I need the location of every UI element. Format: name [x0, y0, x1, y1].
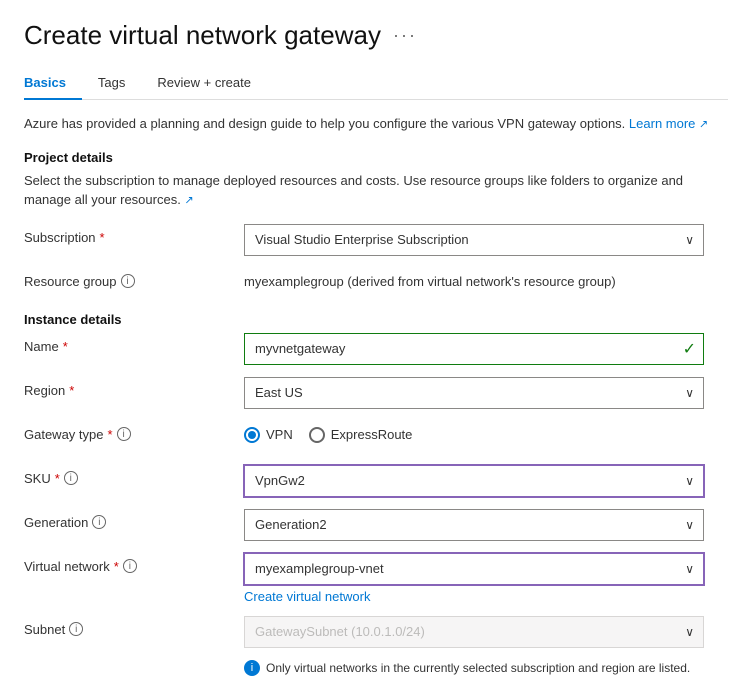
name-control: ✓: [244, 333, 704, 365]
resource-group-control: myexamplegroup (derived from virtual net…: [244, 268, 704, 289]
name-required: *: [63, 339, 68, 354]
project-details-desc: Select the subscription to manage deploy…: [24, 171, 728, 210]
gateway-type-label: Gateway type * i: [24, 421, 244, 442]
subnet-select-wrapper: GatewaySubnet (10.0.1.0/24): [244, 616, 704, 648]
sku-control: VpnGw2: [244, 465, 704, 497]
tab-basics[interactable]: Basics: [24, 67, 82, 100]
region-label: Region *: [24, 377, 244, 398]
gateway-type-expressroute-option[interactable]: ExpressRoute: [309, 427, 413, 443]
name-label: Name *: [24, 333, 244, 354]
gateway-type-control: VPN ExpressRoute: [244, 421, 704, 443]
tab-nav: Basics Tags Review + create: [24, 67, 728, 100]
virtual-network-control: myexamplegroup-vnet Create virtual netwo…: [244, 553, 704, 604]
gateway-type-required: *: [108, 427, 113, 442]
subnet-info-icon[interactable]: i: [69, 622, 83, 636]
external-link-icon: ↗: [699, 118, 708, 130]
subscription-label: Subscription *: [24, 224, 244, 245]
name-row: Name * ✓: [24, 333, 728, 365]
subscription-control: Visual Studio Enterprise Subscription: [244, 224, 704, 256]
sku-info-icon[interactable]: i: [64, 471, 78, 485]
region-control: East US: [244, 377, 704, 409]
subnet-select: GatewaySubnet (10.0.1.0/24): [244, 616, 704, 648]
sku-label: SKU * i: [24, 465, 244, 486]
virtual-network-label: Virtual network * i: [24, 553, 244, 574]
page-title: Create virtual network gateway ···: [24, 20, 728, 51]
virtual-network-select[interactable]: myexamplegroup-vnet: [244, 553, 704, 585]
virtual-network-info-icon[interactable]: i: [123, 559, 137, 573]
gateway-type-info-icon[interactable]: i: [117, 427, 131, 441]
subnet-note: i Only virtual networks in the currently…: [244, 660, 728, 676]
generation-label: Generation i: [24, 509, 244, 530]
generation-select[interactable]: Generation2: [244, 509, 704, 541]
region-select[interactable]: East US: [244, 377, 704, 409]
name-valid-icon: ✓: [683, 339, 696, 359]
generation-select-wrapper: Generation2: [244, 509, 704, 541]
virtual-network-row: Virtual network * i myexamplegroup-vnet …: [24, 553, 728, 604]
subnet-note-text: Only virtual networks in the currently s…: [266, 661, 690, 675]
info-note-icon: i: [244, 660, 260, 676]
name-input-wrapper: ✓: [244, 333, 704, 365]
region-row: Region * East US: [24, 377, 728, 409]
name-input[interactable]: [244, 333, 704, 365]
page-title-text: Create virtual network gateway: [24, 20, 381, 51]
page-title-dots: ···: [393, 25, 417, 46]
instance-details-title: Instance details: [24, 312, 728, 327]
sku-row: SKU * i VpnGw2: [24, 465, 728, 497]
virtual-network-select-wrapper: myexamplegroup-vnet: [244, 553, 704, 585]
vpn-radio-label: VPN: [266, 427, 293, 442]
gateway-type-vpn-option[interactable]: VPN: [244, 427, 293, 443]
gateway-type-row: Gateway type * i VPN ExpressRoute: [24, 421, 728, 453]
generation-info-icon[interactable]: i: [92, 515, 106, 529]
resource-group-row: Resource group i myexamplegroup (derived…: [24, 268, 728, 300]
learn-more-link[interactable]: Learn more ↗: [629, 116, 708, 131]
expressroute-radio-label: ExpressRoute: [331, 427, 413, 442]
tab-tags[interactable]: Tags: [82, 67, 141, 100]
subnet-label: Subnet i: [24, 616, 244, 637]
subscription-select-wrapper: Visual Studio Enterprise Subscription: [244, 224, 704, 256]
resource-group-value: myexamplegroup (derived from virtual net…: [244, 268, 704, 289]
gateway-type-radio-group: VPN ExpressRoute: [244, 421, 704, 443]
expressroute-radio-circle: [309, 427, 325, 443]
project-details-link[interactable]: ↗: [184, 192, 193, 207]
subnet-control: GatewaySubnet (10.0.1.0/24): [244, 616, 704, 648]
project-details-title: Project details: [24, 150, 728, 165]
tab-review-create[interactable]: Review + create: [141, 67, 267, 100]
subscription-row: Subscription * Visual Studio Enterprise …: [24, 224, 728, 256]
create-virtual-network-link[interactable]: Create virtual network: [244, 589, 704, 604]
region-required: *: [69, 383, 74, 398]
generation-row: Generation i Generation2: [24, 509, 728, 541]
resource-group-info-icon[interactable]: i: [121, 274, 135, 288]
subscription-select[interactable]: Visual Studio Enterprise Subscription: [244, 224, 704, 256]
region-select-wrapper: East US: [244, 377, 704, 409]
subscription-required: *: [100, 230, 105, 245]
generation-control: Generation2: [244, 509, 704, 541]
sku-select[interactable]: VpnGw2: [244, 465, 704, 497]
info-banner: Azure has provided a planning and design…: [24, 114, 728, 134]
virtual-network-required: *: [114, 559, 119, 574]
subnet-row: Subnet i GatewaySubnet (10.0.1.0/24): [24, 616, 728, 648]
project-details-external-icon: ↗: [184, 194, 193, 206]
resource-group-label: Resource group i: [24, 268, 244, 289]
sku-required: *: [55, 471, 60, 486]
vpn-radio-circle: [244, 427, 260, 443]
sku-select-wrapper: VpnGw2: [244, 465, 704, 497]
